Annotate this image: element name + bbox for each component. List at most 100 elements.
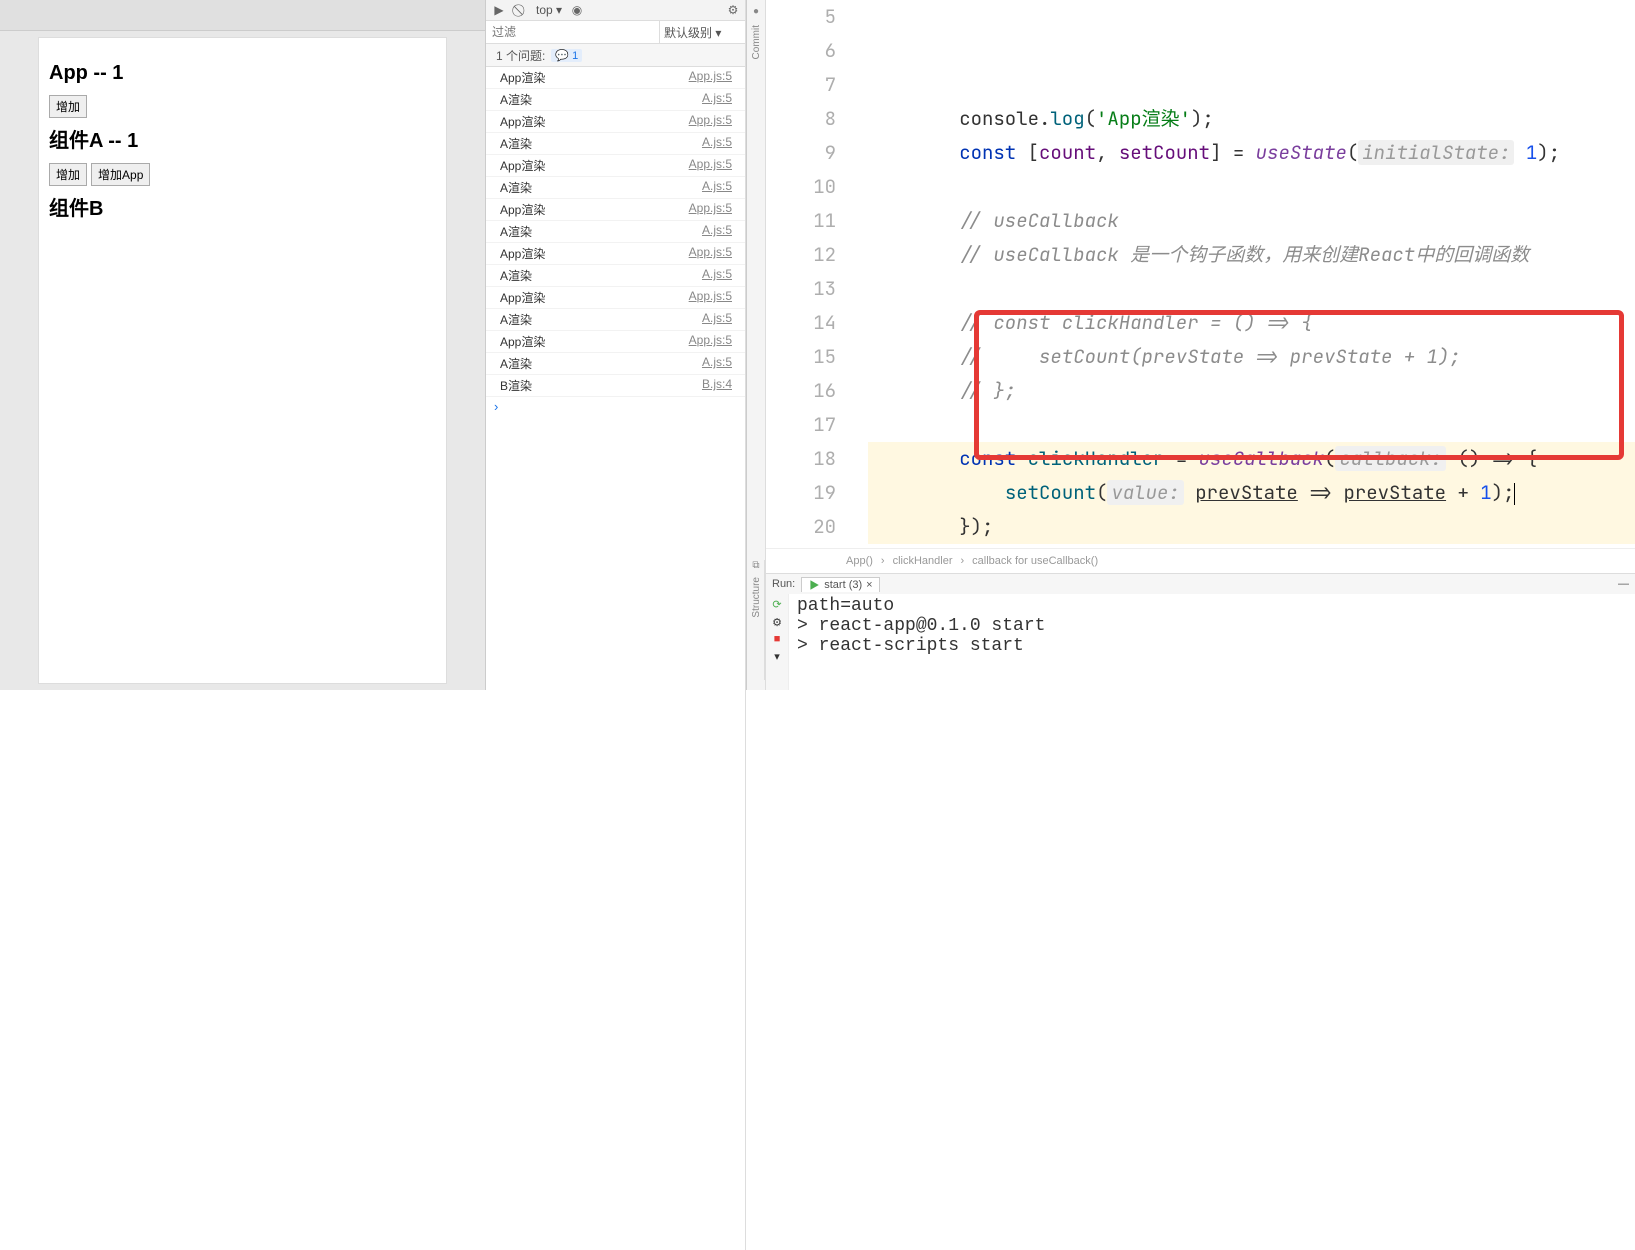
minimize-icon[interactable]: — — [1618, 578, 1629, 590]
code-line[interactable]: // }; — [868, 374, 1635, 408]
code-line[interactable] — [868, 544, 1635, 548]
log-source-link[interactable]: App.js:5 — [689, 113, 732, 130]
log-message: App渲染 — [500, 69, 545, 86]
devtools-console-pane: ▶ ⃠ top ▾ ◉ ⚙ 默认级别 ▾ 1 个问题: 💬 1 App渲染App… — [485, 0, 747, 690]
log-message: App渲染 — [500, 333, 545, 350]
log-message: App渲染 — [500, 201, 545, 218]
code-line[interactable] — [868, 408, 1635, 442]
commit-dot-icon: ● — [753, 6, 759, 17]
console-log-row[interactable]: A渲染A.js:5 — [486, 309, 746, 331]
clear-console-icon[interactable]: ⃠ — [514, 3, 528, 17]
log-source-link[interactable]: A.js:5 — [702, 91, 732, 108]
breadcrumb-item[interactable]: callback for useCallback() — [972, 555, 1098, 567]
breadcrumb-item[interactable]: clickHandler — [893, 555, 953, 567]
issues-bar[interactable]: 1 个问题: 💬 1 — [486, 44, 746, 67]
log-message: A渲染 — [500, 355, 532, 372]
console-log-row[interactable]: App渲染 App.js:5 — [486, 155, 746, 177]
log-message: A渲染 — [500, 135, 532, 152]
run-side-toolbar: ⟳ ⚙ ■ ▾ — [766, 594, 789, 690]
log-source-link[interactable]: App.js:5 — [689, 245, 732, 262]
log-message: App渲染 — [500, 157, 545, 174]
terminal-output[interactable]: path=auto > react-app@0.1.0 start > reac… — [789, 594, 1635, 690]
console-log-row[interactable]: App渲染 App.js:5 — [486, 199, 746, 221]
ide-pane: 567891011121314151617181920 console.log(… — [766, 0, 1635, 690]
eye-icon[interactable]: ◉ — [570, 3, 584, 17]
line-number: 13 — [766, 272, 836, 306]
line-number: 11 — [766, 204, 836, 238]
log-source-link[interactable]: A.js:5 — [702, 179, 732, 196]
breadcrumb-item[interactable]: App() — [846, 555, 873, 567]
console-prompt[interactable]: › — [486, 397, 746, 416]
play-icon[interactable]: ▶ — [492, 3, 506, 17]
code-area[interactable]: console.log('App渲染'); const [count, setC… — [864, 0, 1635, 548]
code-line[interactable] — [868, 272, 1635, 306]
log-level-selector[interactable]: 默认级别 ▾ — [659, 21, 746, 43]
console-log-row[interactable]: A渲染A.js:5 — [486, 221, 746, 243]
line-number: 6 — [766, 34, 836, 68]
log-source-link[interactable]: A.js:5 — [702, 223, 732, 240]
preview-heading: App -- 1 — [49, 62, 436, 85]
breadcrumb-sep: › — [961, 555, 965, 567]
code-line[interactable]: // const clickHandler = () => { — [868, 306, 1635, 340]
log-source-link[interactable]: App.js:5 — [689, 157, 732, 174]
log-message: B渲染 — [500, 377, 532, 394]
code-line[interactable]: // useCallback — [868, 204, 1635, 238]
run-settings-icon[interactable]: ⚙ — [772, 616, 782, 630]
breadcrumb-sep: › — [881, 555, 885, 567]
line-number: 17 — [766, 408, 836, 442]
preview-button[interactable]: 增加 — [49, 95, 87, 118]
console-log-row[interactable]: App渲染 App.js:5 — [486, 331, 746, 353]
console-log-row[interactable]: App渲染App.js:5 — [486, 287, 746, 309]
log-source-link[interactable]: App.js:5 — [689, 333, 732, 350]
line-number: 16 — [766, 374, 836, 408]
rendered-app: App -- 1增加组件A -- 1增加增加App组件B — [38, 37, 447, 684]
preview-button[interactable]: 增加App — [91, 163, 150, 186]
code-line[interactable]: }); — [868, 510, 1635, 544]
structure-toolwindow-stripe[interactable]: ⧉ Structure — [748, 560, 765, 680]
commit-label: Commit — [751, 25, 762, 59]
code-line[interactable]: console.log('App渲染'); — [868, 102, 1635, 136]
run-green-icon — [808, 579, 820, 591]
console-log-row[interactable]: App渲染App.js:5 — [486, 243, 746, 265]
code-line[interactable]: // useCallback 是一个钩子函数，用来创建React中的回调函数 — [868, 238, 1635, 272]
log-source-link[interactable]: App.js:5 — [689, 289, 732, 306]
log-source-link[interactable]: App.js:5 — [689, 69, 732, 86]
log-source-link[interactable]: A.js:5 — [702, 267, 732, 284]
log-source-link[interactable]: B.js:4 — [702, 377, 732, 394]
console-log-row[interactable]: A渲染 A.js:5 — [486, 353, 746, 375]
stop-icon[interactable]: ■ — [774, 634, 781, 646]
console-log-row[interactable]: A渲染 A.js:5 — [486, 133, 746, 155]
console-log-row[interactable]: A渲染A.js:5 — [486, 177, 746, 199]
line-number: 19 — [766, 476, 836, 510]
run-config-tab[interactable]: start (3) × — [801, 577, 879, 592]
console-log-row[interactable]: App渲染 App.js:5 — [486, 67, 746, 89]
code-line[interactable]: const [count, setCount] = useState(initi… — [868, 136, 1635, 170]
code-line[interactable]: // setCount(prevState => prevState + 1); — [868, 340, 1635, 374]
log-message: A渲染 — [500, 91, 532, 108]
code-editor[interactable]: 567891011121314151617181920 console.log(… — [766, 0, 1635, 548]
breadcrumb-bar[interactable]: App() › clickHandler › callback for useCallb… — [766, 548, 1635, 573]
code-line[interactable] — [868, 170, 1635, 204]
console-log-row[interactable]: A渲染A.js:5 — [486, 265, 746, 287]
console-log-row[interactable]: B渲染 B.js:4 — [486, 375, 746, 397]
log-source-link[interactable]: App.js:5 — [689, 201, 732, 218]
code-line[interactable]: setCount(value: prevState => prevState +… — [868, 476, 1635, 510]
console-log-row[interactable]: A渲染 A.js:5 — [486, 89, 746, 111]
console-log-list: App渲染 App.js:5 A渲染 A.js:5 App渲染 App.js:5 A渲染 A.… — [486, 67, 746, 690]
log-source-link[interactable]: A.js:5 — [702, 135, 732, 152]
log-source-link[interactable]: A.js:5 — [702, 355, 732, 372]
code-line[interactable]: const clickHandler = useCallback(callbac… — [868, 442, 1635, 476]
preview-button[interactable]: 增加 — [49, 163, 87, 186]
down-icon[interactable]: ▾ — [774, 650, 780, 664]
structure-label: Structure — [751, 577, 762, 618]
console-log-row[interactable]: App渲染App.js:5 — [486, 111, 746, 133]
rerun-icon[interactable]: ⟳ — [772, 598, 781, 612]
line-number: 15 — [766, 340, 836, 374]
context-selector[interactable]: top ▾ — [536, 3, 562, 17]
settings-gear-icon[interactable]: ⚙ — [726, 3, 740, 17]
close-icon[interactable]: × — [866, 579, 872, 591]
log-source-link[interactable]: A.js:5 — [702, 311, 732, 328]
console-filter-input[interactable] — [486, 21, 659, 43]
line-number: 9 — [766, 136, 836, 170]
issues-label: 1 个问题: — [496, 47, 545, 64]
